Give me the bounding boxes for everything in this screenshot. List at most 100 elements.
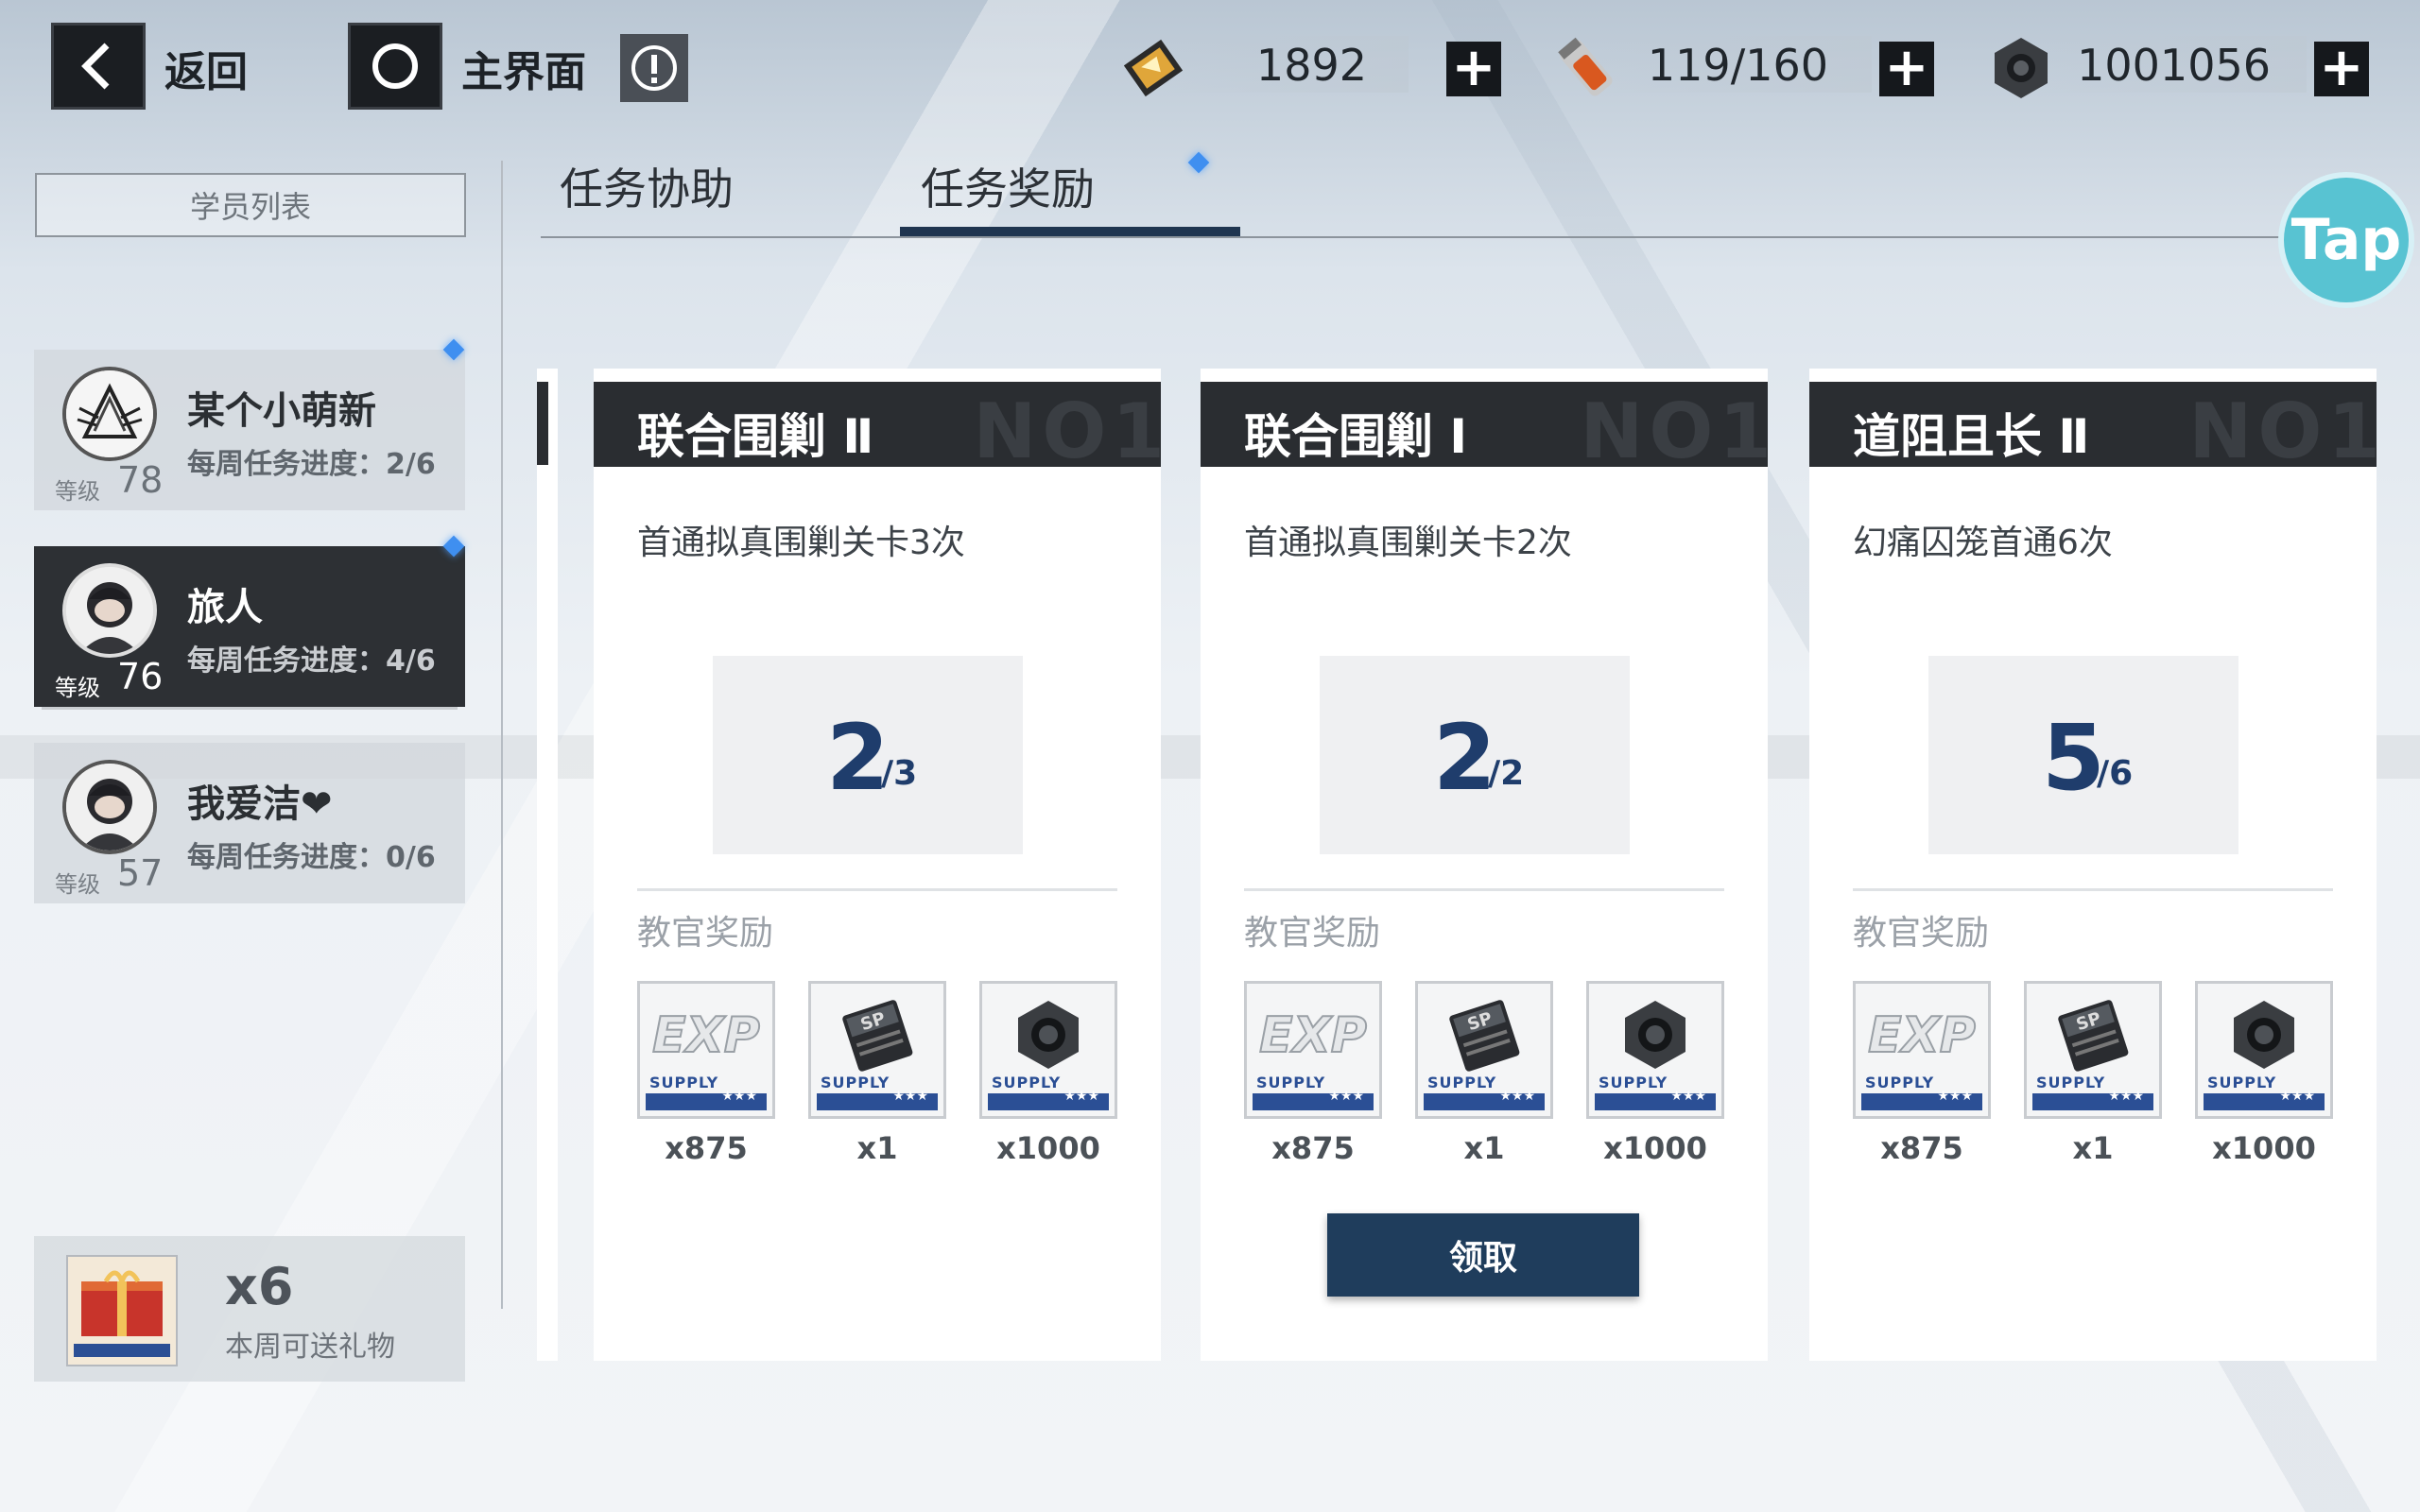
reward-item-exp[interactable]: EXP SUPPLY ★★★ xyxy=(1244,981,1382,1119)
level-label: 等级 xyxy=(55,675,100,701)
home-button[interactable] xyxy=(348,23,442,110)
reward-item-hex-nut[interactable]: SUPPLY ★★★ xyxy=(979,981,1117,1119)
reward-item-hex-nut[interactable]: SUPPLY ★★★ xyxy=(1586,981,1724,1119)
mission-card-1: 联合围剿 Ⅱ NO1 首通拟真围剿关卡3次 2 /3 教官奖励 EXP SUPP… xyxy=(594,369,1161,1361)
student-card-3[interactable]: 我爱洁❤ 每周任务进度：0/6 等级 57 xyxy=(34,743,465,903)
reward-label: 教官奖励 xyxy=(1853,914,1990,953)
hex-nut-supply-icon xyxy=(1589,997,1721,1076)
gift-box-icon xyxy=(66,1255,178,1366)
reward-qty: x1 xyxy=(1463,1130,1505,1166)
progress-current: 2 xyxy=(826,705,890,811)
resource-value-1: 1892 xyxy=(1255,40,1367,91)
back-button[interactable] xyxy=(51,23,146,110)
home-label[interactable]: 主界面 xyxy=(461,38,586,98)
student-name: 某个小萌新 xyxy=(187,389,376,433)
previous-card-edge[interactable] xyxy=(537,369,558,1361)
info-button[interactable] xyxy=(620,34,688,102)
exclamation-circle-icon xyxy=(631,45,677,91)
reward-qty: x875 xyxy=(1880,1130,1963,1166)
hex-nut-supply-icon xyxy=(2198,997,2330,1076)
mission-card-3: 道阻且长 Ⅱ NO1 幻痛囚笼首通6次 5 /6 教官奖励 EXP SUPPLY… xyxy=(1809,369,2377,1361)
student-card-1[interactable]: 某个小萌新 每周任务进度：2/6 等级 78 xyxy=(34,350,465,510)
progress-current: 2 xyxy=(1433,705,1496,811)
add-resource-2-button[interactable]: + xyxy=(1879,42,1934,96)
hex-nut-supply-icon xyxy=(982,997,1115,1076)
reward-qty: x1000 xyxy=(996,1130,1100,1166)
mission-description: 幻痛囚笼首通6次 xyxy=(1853,524,2113,562)
progress-total: /2 xyxy=(1488,754,1525,793)
reward-item-exp[interactable]: EXP SUPPLY ★★★ xyxy=(1853,981,1991,1119)
resource-value-2: 119/160 xyxy=(1647,40,1828,91)
tab-baseline xyxy=(541,236,2394,238)
mission-no-mark: NO1 xyxy=(973,387,1161,467)
hex-nut-icon xyxy=(1983,32,2059,108)
student-level: 76 xyxy=(117,656,164,697)
svg-text:EXP: EXP xyxy=(1259,1007,1367,1064)
reward-item-exp[interactable]: EXP SUPPLY ★★★ xyxy=(637,981,775,1119)
reward-qty: x1 xyxy=(2072,1130,2114,1166)
mission-card-2: 联合围剿 Ⅰ NO1 首通拟真围剿关卡2次 2 /2 教官奖励 EXP SUPP… xyxy=(1201,369,1768,1361)
reward-qty: x1000 xyxy=(2212,1130,2316,1166)
mission-progress-box: 2 /2 xyxy=(1320,656,1630,854)
divider xyxy=(1853,888,2333,891)
student-level: 57 xyxy=(117,852,164,894)
claim-button[interactable]: 领取 xyxy=(1327,1213,1639,1297)
student-progress: 每周任务进度：2/6 xyxy=(187,448,436,481)
sp-card-supply-icon: SP xyxy=(811,997,943,1076)
weekly-gift-panel[interactable]: x6 本周可送礼物 xyxy=(34,1236,465,1382)
reward-qty: x875 xyxy=(1271,1130,1355,1166)
student-level: 78 xyxy=(117,459,164,501)
level-label: 等级 xyxy=(55,871,100,898)
add-resource-1-button[interactable]: + xyxy=(1446,42,1501,96)
gold-ticket-icon xyxy=(1115,32,1191,108)
svg-text:EXP: EXP xyxy=(1868,1007,1976,1064)
chevron-left-icon xyxy=(81,43,110,90)
active-tab-indicator xyxy=(900,227,1240,236)
reward-item-hex-nut[interactable]: SUPPLY ★★★ xyxy=(2195,981,2333,1119)
mission-title: 联合围剿 Ⅰ xyxy=(1244,409,1468,464)
tab-mission-reward[interactable]: 任务奖励 xyxy=(921,155,1095,217)
avatar xyxy=(62,367,157,461)
student-card-2[interactable]: 旅人 每周任务进度：4/6 等级 76 xyxy=(34,546,465,707)
divider xyxy=(637,888,1117,891)
reward-item-sp-card[interactable]: SP SUPPLY ★★★ xyxy=(2024,981,2162,1119)
mission-progress-box: 2 /3 xyxy=(713,656,1023,854)
avatar xyxy=(62,760,157,854)
add-resource-3-button[interactable]: + xyxy=(2314,42,2369,96)
avatar xyxy=(62,563,157,658)
resource-value-3: 1001056 xyxy=(2077,40,2271,91)
progress-current: 5 xyxy=(2042,705,2105,811)
mission-description: 首通拟真围剿关卡3次 xyxy=(637,524,965,562)
mission-title: 道阻且长 Ⅱ xyxy=(1853,409,2090,464)
student-name: 旅人 xyxy=(187,586,263,629)
reward-qty: x875 xyxy=(665,1130,748,1166)
back-label[interactable]: 返回 xyxy=(164,38,248,98)
level-label: 等级 xyxy=(55,478,100,505)
progress-total: /6 xyxy=(2097,754,2134,793)
stamina-vial-icon xyxy=(1548,32,1624,108)
progress-total: /3 xyxy=(881,754,918,793)
panel-divider xyxy=(501,161,503,1309)
exp-supply-icon: EXP xyxy=(1247,997,1379,1076)
tab-mission-assist[interactable]: 任务协助 xyxy=(560,155,734,217)
reward-qty: x1 xyxy=(856,1130,898,1166)
mission-progress-box: 5 /6 xyxy=(1928,656,2238,854)
student-list-button[interactable]: 学员列表 xyxy=(35,173,466,237)
home-ring-icon xyxy=(372,43,418,89)
divider xyxy=(1244,888,1724,891)
mission-header: 联合围剿 Ⅱ NO1 xyxy=(594,382,1161,467)
exp-supply-icon: EXP xyxy=(1856,997,1988,1076)
sp-card-supply-icon: SP xyxy=(2027,997,2159,1076)
gift-count: x6 xyxy=(225,1257,294,1316)
reward-item-sp-card[interactable]: SP SUPPLY ★★★ xyxy=(808,981,946,1119)
selected-underline xyxy=(42,707,458,710)
sp-card-supply-icon: SP xyxy=(1418,997,1550,1076)
mission-no-mark: NO1 xyxy=(1580,387,1768,467)
tap-floating-button[interactable]: Tap xyxy=(2278,172,2414,308)
student-progress: 每周任务进度：0/6 xyxy=(187,841,436,874)
mission-header: 联合围剿 Ⅰ NO1 xyxy=(1201,382,1768,467)
student-progress: 每周任务进度：4/6 xyxy=(187,644,436,678)
student-name: 我爱洁❤ xyxy=(187,782,333,826)
reward-item-sp-card[interactable]: SP SUPPLY ★★★ xyxy=(1415,981,1553,1119)
reward-qty: x1000 xyxy=(1603,1130,1707,1166)
